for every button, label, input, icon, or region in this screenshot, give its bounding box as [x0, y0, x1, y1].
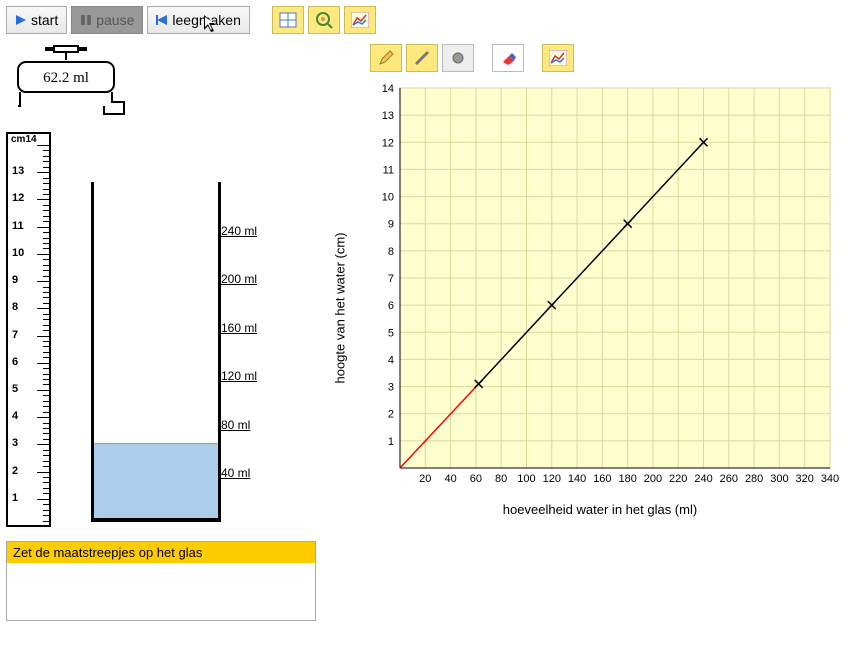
chart-ytick: 2: [388, 409, 394, 421]
ruler: cm14 12345678910111213: [6, 132, 51, 527]
chart-xtick: 120: [543, 473, 561, 485]
chart-ytick: 4: [388, 354, 394, 366]
chart-ytick: 9: [388, 219, 394, 231]
ruler-tick-label: 12: [12, 192, 24, 204]
line-icon: [414, 50, 430, 66]
chart-ylabel: hoogte van het water (cm): [333, 232, 348, 383]
empty-button[interactable]: leegmaken: [147, 6, 250, 34]
chart-xtick: 300: [770, 473, 788, 485]
chart-ytick: 11: [383, 164, 394, 176]
ruler-tick-label: 10: [12, 247, 24, 259]
glass-mark[interactable]: 120 ml: [221, 369, 257, 383]
point-tool-button[interactable]: [442, 44, 474, 72]
ruler-tick-label: 9: [12, 274, 18, 286]
pencil-icon: [378, 50, 394, 66]
chart-ytick: 6: [388, 300, 394, 312]
chart-xtick: 240: [694, 473, 712, 485]
table-icon: [279, 12, 297, 28]
pause-label: pause: [96, 12, 134, 28]
pencil-tool-button[interactable]: [370, 44, 402, 72]
chart-xtick: 40: [444, 473, 456, 485]
ruler-tick-label: 11: [12, 220, 24, 232]
main-toolbar: start pause leegmaken: [6, 6, 850, 34]
line-tool-button[interactable]: [406, 44, 438, 72]
chart-xtick: 20: [419, 473, 431, 485]
chart-xtick: 200: [644, 473, 662, 485]
chart-ytick: 14: [382, 83, 394, 95]
glass: [91, 182, 221, 522]
pause-button[interactable]: pause: [71, 6, 143, 34]
ruler-tick-label: 13: [12, 165, 24, 177]
graph-toolbar: [370, 44, 850, 72]
empty-label: leegmaken: [172, 12, 241, 28]
chart-ytick: 10: [382, 192, 394, 204]
chart-xtick: 60: [470, 473, 482, 485]
chart-ytick: 1: [388, 436, 394, 448]
chart-xtick: 280: [745, 473, 763, 485]
glass-area[interactable]: 240 ml 200 ml 160 ml 120 ml 80 ml 40 ml: [61, 132, 291, 527]
reset-icon: [156, 14, 168, 26]
chart-xtick: 220: [669, 473, 687, 485]
ruler-tick-label: 3: [12, 437, 18, 449]
chart-xtick: 140: [568, 473, 586, 485]
ruler-tick-label: 5: [12, 383, 18, 395]
chart-xtick: 340: [821, 473, 839, 485]
instruction-box: Zet de maatstreepjes op het glas: [6, 541, 316, 621]
play-icon: [15, 14, 27, 26]
chart-xtick: 80: [495, 473, 507, 485]
instruction-text: Zet de maatstreepjes op het glas: [7, 542, 315, 563]
ruler-tick-label: 4: [12, 410, 18, 422]
glass-mark[interactable]: 240 ml: [221, 224, 257, 238]
pause-icon: [80, 14, 92, 26]
chart-settings-button[interactable]: [542, 44, 574, 72]
table-tool-button[interactable]: [272, 6, 304, 34]
chart-ytick: 7: [388, 273, 394, 285]
chart-ytick: 13: [382, 110, 394, 122]
ruler-tick-label: 2: [12, 465, 18, 477]
chart[interactable]: hoogte van het water (cm) 20406080100120…: [350, 78, 850, 538]
glass-mark[interactable]: 200 ml: [221, 272, 257, 286]
faucet-icon: 62.2 ml: [6, 44, 136, 124]
faucet: 62.2 ml: [6, 44, 330, 124]
chart-xtick: 160: [593, 473, 611, 485]
glass-mark[interactable]: 40 ml: [221, 466, 250, 480]
glass-mark[interactable]: 160 ml: [221, 321, 257, 335]
chart-ytick: 8: [388, 246, 394, 258]
chart-icon: [549, 50, 567, 66]
water-fill: [94, 443, 218, 518]
ruler-tick-label: 8: [12, 301, 18, 313]
chart-xtick: 180: [618, 473, 636, 485]
faucet-reading: 62.2 ml: [43, 70, 89, 86]
ruler-tick-label: 7: [12, 329, 18, 341]
chart-icon: [351, 12, 369, 28]
chart-ytick: 12: [382, 137, 394, 149]
chart-tool-button[interactable]: [344, 6, 376, 34]
start-label: start: [31, 12, 58, 28]
circle-icon: [450, 50, 466, 66]
chart-ytick: 3: [388, 382, 394, 394]
ruler-tick-label: 1: [12, 492, 18, 504]
start-button[interactable]: start: [6, 6, 67, 34]
eraser-tool-button[interactable]: [492, 44, 524, 72]
inspect-tool-button[interactable]: [308, 6, 340, 34]
ruler-tick-label: 6: [12, 356, 18, 368]
glass-mark[interactable]: 80 ml: [221, 418, 250, 432]
magnifier-gear-icon: [315, 11, 333, 29]
chart-xtick: 320: [796, 473, 814, 485]
chart-xlabel: hoeveelheid water in het glas (ml): [350, 502, 850, 517]
chart-ytick: 5: [388, 327, 394, 339]
chart-xtick: 100: [517, 473, 535, 485]
chart-xtick: 260: [720, 473, 738, 485]
eraser-icon: [500, 50, 516, 66]
